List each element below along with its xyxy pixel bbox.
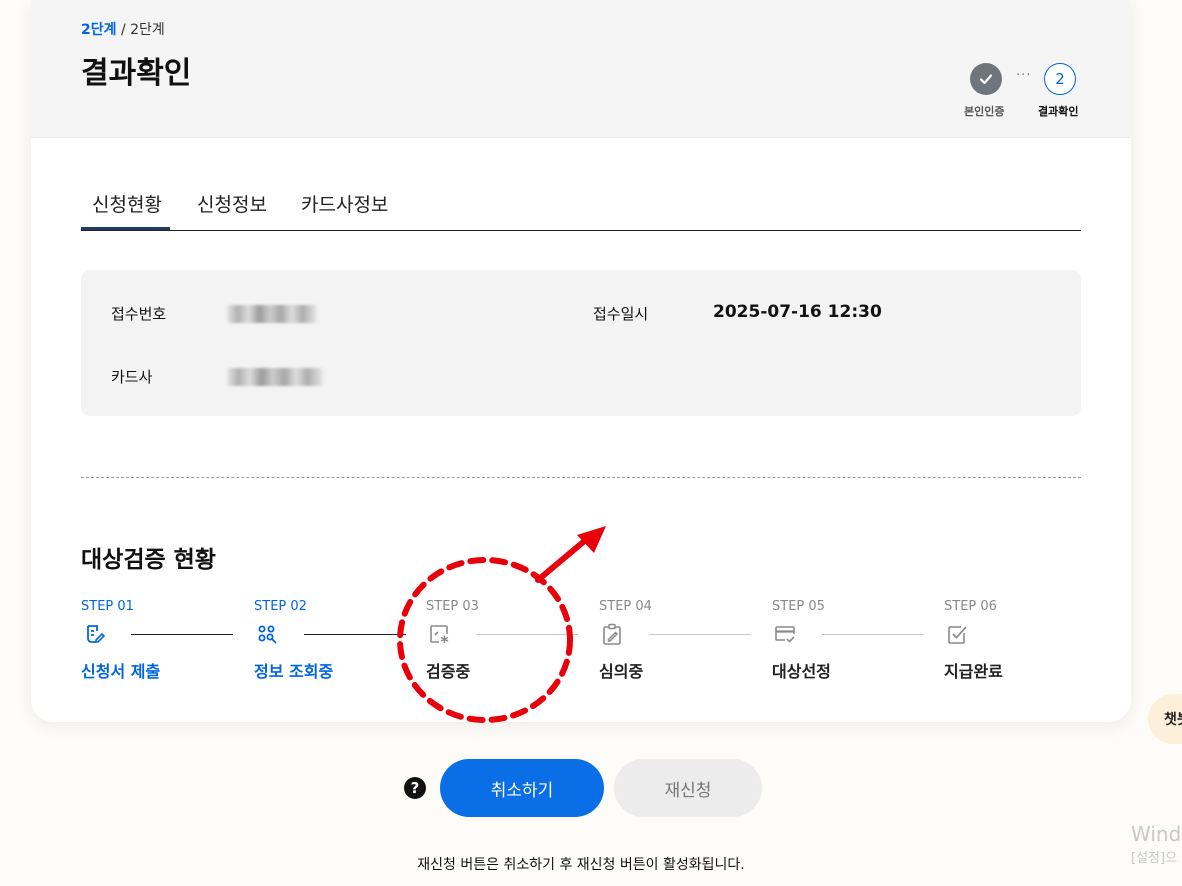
- step-name: 대상선정: [772, 662, 831, 681]
- breadcrumb-total: 2단계: [130, 22, 165, 38]
- verification-step-1: STEP 01 신청서 제출: [81, 595, 241, 685]
- step-name: 정보 조회중: [254, 662, 334, 681]
- chatbot-label: 챗봇: [1164, 712, 1182, 728]
- windows-watermark: Windo: [1131, 822, 1182, 846]
- help-button[interactable]: ?: [404, 777, 426, 799]
- checkbox-icon: [948, 626, 967, 644]
- step-number: STEP 05: [772, 599, 825, 614]
- active-tab-indicator: [81, 227, 170, 230]
- card-company-value-redacted: [227, 368, 323, 386]
- card-header: 2단계 / 2단계 결과확인 ··· 2 본인인증 결과확인: [31, 0, 1131, 138]
- verification-icon: [430, 625, 449, 643]
- tab-bar: 신청현황 신청정보 카드사정보: [81, 178, 1081, 231]
- info-lookup-icon: [258, 625, 277, 644]
- progress-stepper: ··· 2 본인인증 결과확인: [964, 62, 1104, 122]
- card-company-label: 카드사: [111, 368, 153, 386]
- step-number: STEP 06: [944, 599, 997, 614]
- breadcrumb-separator: /: [116, 22, 131, 38]
- receipt-date-label: 접수일시: [593, 305, 649, 323]
- card-check-icon: [775, 626, 795, 643]
- breadcrumb-current: 2단계: [81, 22, 117, 38]
- tab-application-status[interactable]: 신청현황: [92, 190, 162, 217]
- receipt-date-value: 2025-07-16 12:30: [713, 302, 882, 322]
- receipt-no-label: 접수번호: [111, 305, 167, 323]
- step-number: STEP 04: [599, 599, 652, 614]
- step-name: 지급완료: [944, 662, 1003, 681]
- step-name: 신청서 제출: [81, 662, 161, 681]
- tab-card-company-info[interactable]: 카드사정보: [301, 190, 388, 217]
- breadcrumb: 2단계 / 2단계: [81, 19, 165, 39]
- step-label-result: 결과확인: [1038, 105, 1079, 118]
- section-divider: [81, 477, 1081, 478]
- page-title: 결과확인: [81, 56, 192, 91]
- step-current-badge: 2: [1044, 63, 1076, 95]
- check-icon: [979, 74, 993, 85]
- verification-step-3: STEP 03 검증중: [426, 595, 586, 685]
- verification-step-6: STEP 06 지급완료: [944, 595, 1104, 685]
- step-label-identity: 본인인증: [964, 105, 1005, 118]
- chatbot-button[interactable]: 챗봇: [1148, 694, 1182, 744]
- verification-step-5: STEP 05 대상선정: [772, 595, 932, 685]
- step-name: 검증중: [426, 662, 471, 681]
- application-form-icon: [87, 625, 105, 643]
- step-name: 심의중: [599, 662, 644, 681]
- result-card: 2단계 / 2단계 결과확인 ··· 2 본인인증 결과확인 신청현황 신청정보…: [31, 0, 1131, 722]
- windows-watermark-sub: [설정]으: [1131, 851, 1178, 866]
- verification-status-title: 대상검증 현황: [81, 547, 216, 573]
- reapply-notice: 재신청 버튼은 취소하기 후 재신청 버튼이 활성화됩니다.: [417, 857, 745, 873]
- tab-application-info[interactable]: 신청정보: [197, 190, 267, 217]
- step-number: STEP 01: [81, 599, 134, 614]
- application-summary-panel: 접수번호 접수일시 2025-07-16 12:30 카드사: [81, 270, 1081, 416]
- step-done-badge: [970, 63, 1002, 95]
- clipboard-edit-icon: [603, 623, 621, 645]
- receipt-no-value-redacted: [227, 305, 317, 323]
- step-number: STEP 03: [426, 599, 479, 614]
- verification-step-2: STEP 02 정보 조회중: [254, 595, 414, 685]
- cancel-button[interactable]: 취소하기: [440, 759, 604, 817]
- reapply-button: 재신청: [614, 759, 762, 817]
- verification-steps: STEP 01 신청서 제출 STEP 02 정보 조회중 STEP 03 검증…: [81, 595, 1081, 695]
- step-number: STEP 02: [254, 599, 307, 614]
- verification-step-4: STEP 04 심의중: [599, 595, 759, 685]
- stepper-dots: ···: [1016, 68, 1032, 83]
